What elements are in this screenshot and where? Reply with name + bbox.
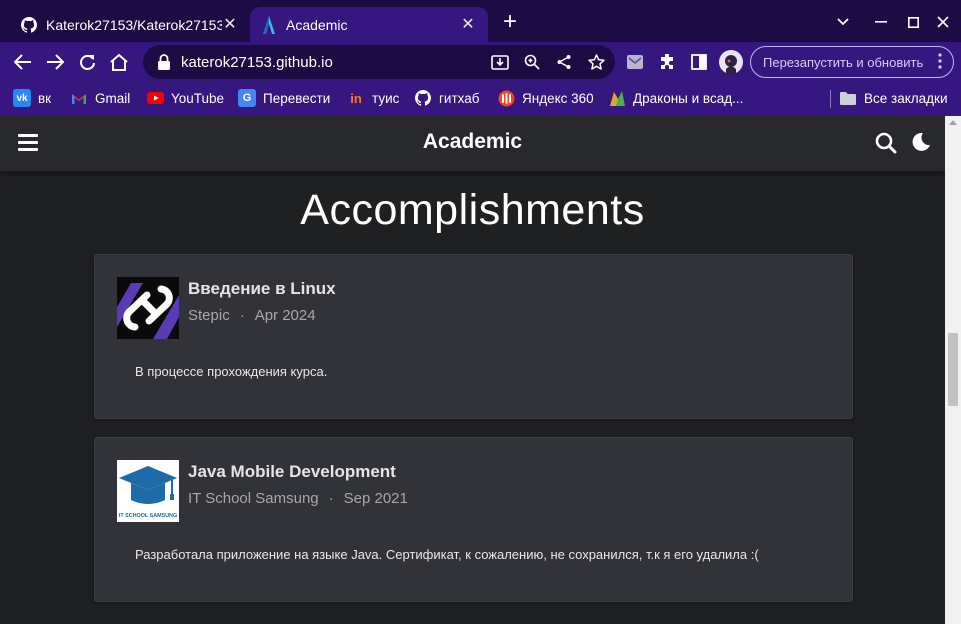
site-navbar: Academic [0, 116, 945, 172]
tab-github[interactable]: Katerok27153/Katerok27153 ✕ [10, 7, 250, 42]
star-icon[interactable] [584, 50, 608, 74]
bookmark-tuis[interactable]: in туис [347, 88, 399, 108]
tab-title: Academic [286, 16, 348, 33]
page-viewport: Academic Accomplishments Введение в Linu… [0, 116, 945, 624]
folder-icon [839, 89, 857, 107]
accomplishment-description: Разработала приложение на языке Java. Се… [135, 547, 759, 562]
accomplishment-card: Введение в Linux Stepic · Apr 2024 В про… [94, 254, 853, 419]
academic-icon [260, 15, 278, 34]
extensions-puzzle-icon[interactable] [653, 48, 681, 76]
share-icon[interactable] [552, 50, 576, 74]
organization[interactable]: IT School Samsung [188, 490, 319, 507]
github-icon [20, 16, 38, 34]
new-tab-button[interactable]: + [498, 10, 522, 35]
date: Sep 2021 [343, 490, 408, 507]
tuis-icon: in [350, 90, 362, 106]
dark-mode-icon[interactable] [911, 132, 933, 154]
url-text[interactable]: katerok27153.github.io [181, 54, 333, 71]
reload-button[interactable] [73, 48, 101, 76]
bookmark-translate[interactable]: G Перевести [238, 88, 330, 108]
install-app-icon[interactable] [488, 50, 512, 74]
bookmarks-bar: vk вк Gmail YouTube G Перевести in туис [0, 82, 961, 114]
tab-title: Katerok27153/Katerok27153 [46, 16, 222, 33]
extension-mail-icon[interactable] [621, 48, 649, 76]
accomplishment-description: В процессе прохождения курса. [135, 364, 328, 379]
close-icon[interactable]: ✕ [220, 14, 240, 34]
minimize-button[interactable] [866, 8, 896, 36]
bookmark-gmail[interactable]: Gmail [70, 88, 130, 108]
relaunch-label: Перезапустить и обновить [763, 54, 924, 70]
lock-icon[interactable] [157, 54, 171, 70]
github-icon [414, 89, 432, 107]
bookmarks-divider [830, 90, 831, 108]
menu-icon[interactable] [938, 53, 942, 69]
bookmark-label: Драконы и всад... [633, 90, 744, 106]
bookmark-label: вк [38, 90, 52, 106]
bookmark-yandex360[interactable]: Яндекс 360 [497, 88, 594, 108]
accomplishment-title[interactable]: Java Mobile Development [188, 462, 396, 482]
dragons-icon [608, 89, 626, 107]
gmail-icon [70, 89, 88, 107]
bookmark-label: туис [372, 90, 400, 106]
tab-search-icon[interactable] [828, 8, 858, 36]
tab-academic[interactable]: Academic ✕ [250, 7, 488, 42]
it-school-samsung-logo: IT SCHOOL SAMSUNG [117, 460, 179, 522]
back-button[interactable] [9, 48, 37, 76]
profile-avatar[interactable] [717, 48, 745, 76]
search-icon[interactable] [875, 132, 897, 154]
bookmark-github[interactable]: гитхаб [414, 88, 480, 108]
translate-icon: G [238, 89, 256, 107]
bookmark-label: Gmail [95, 90, 131, 106]
browser-toolbar: katerok27153.github.io Перезапустить и о… [0, 42, 961, 82]
accomplishment-card: IT SCHOOL SAMSUNG Java Mobile Developmen… [94, 437, 853, 602]
browser-frame: Katerok27153/Katerok27153 ✕ Academic ✕ + [0, 0, 961, 116]
close-icon[interactable]: ✕ [458, 14, 478, 34]
relaunch-update-button[interactable]: Перезапустить и обновить [750, 46, 954, 78]
bookmark-label: гитхаб [439, 90, 480, 106]
forward-button[interactable] [41, 48, 69, 76]
page-scrollbar[interactable] [945, 116, 961, 624]
stepik-logo [117, 277, 179, 339]
home-button[interactable] [105, 48, 133, 76]
page-title: Accomplishments [300, 186, 645, 234]
bookmark-vk[interactable]: vk вк [13, 88, 51, 108]
tab-strip: Katerok27153/Katerok27153 ✕ Academic ✕ + [0, 0, 961, 42]
all-bookmarks-button[interactable]: Все закладки [839, 88, 947, 108]
bookmark-label: Перевести [263, 90, 331, 106]
separator-dot: · [239, 307, 245, 324]
maximize-button[interactable] [898, 8, 928, 36]
bookmark-label: Все закладки [864, 90, 948, 106]
youtube-icon [146, 89, 164, 107]
address-bar[interactable]: katerok27153.github.io [143, 45, 615, 79]
bookmark-dragons[interactable]: Драконы и всад... [608, 88, 743, 108]
separator-dot: · [328, 490, 334, 507]
bookmark-label: YouTube [171, 90, 225, 106]
logo-text: IT SCHOOL SAMSUNG [119, 513, 177, 519]
site-brand[interactable]: Academic [0, 130, 945, 154]
scrollbar-thumb[interactable] [948, 333, 958, 406]
accomplishment-meta: Stepic · Apr 2024 [188, 307, 316, 324]
yandex360-icon [497, 89, 515, 107]
accomplishment-title[interactable]: Введение в Linux [188, 279, 336, 299]
date: Apr 2024 [254, 307, 316, 324]
vk-icon: vk [13, 89, 31, 107]
zoom-icon[interactable] [520, 50, 544, 74]
scroll-up-arrow-icon[interactable] [949, 120, 957, 125]
accomplishment-meta: IT School Samsung · Sep 2021 [188, 490, 408, 507]
organization[interactable]: Stepic [188, 307, 230, 324]
close-window-button[interactable] [928, 8, 958, 36]
side-panel-icon[interactable] [685, 48, 713, 76]
bookmark-label: Яндекс 360 [522, 90, 594, 106]
bookmark-youtube[interactable]: YouTube [146, 88, 224, 108]
